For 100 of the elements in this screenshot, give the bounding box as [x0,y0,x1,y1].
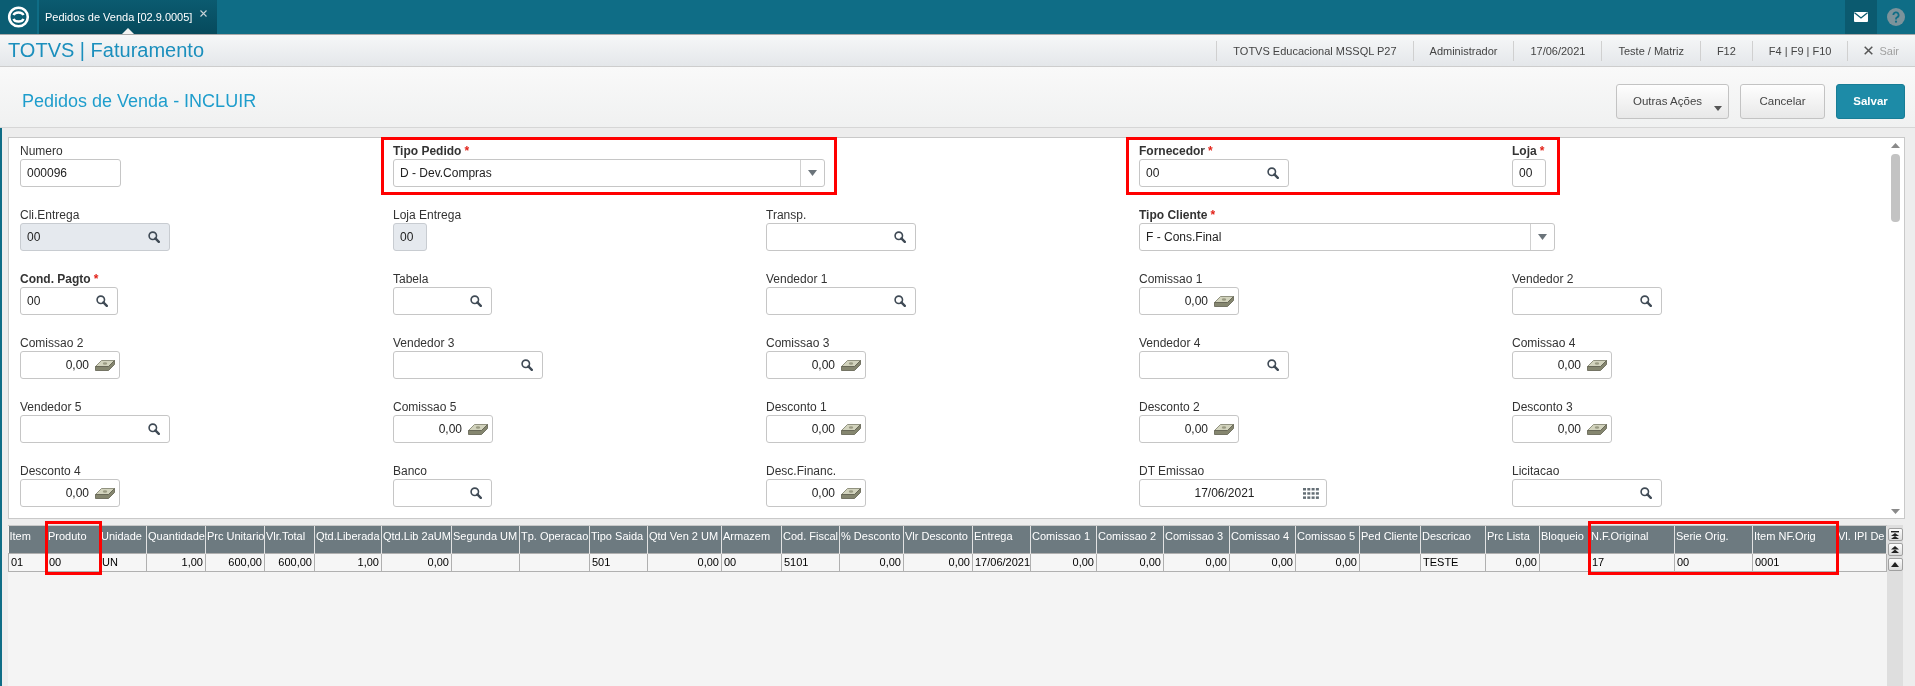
column-header[interactable]: Prc Lista [1485,526,1540,553]
scroll-up-button[interactable] [1887,558,1903,571]
date-field[interactable]: 17/06/2021 [1139,479,1327,507]
column-header[interactable]: % Desconto [839,526,904,553]
column-header[interactable]: Qtd Ven 2 UM [647,526,722,553]
header-info[interactable]: 17/06/2021 [1513,40,1602,61]
caret-icon[interactable] [1538,234,1547,240]
dropdown[interactable]: F - Cons.Final [1139,223,1555,251]
search-icon[interactable] [894,231,906,243]
lookup-field[interactable]: 00 [1139,159,1289,187]
currency-field[interactable]: 0,00 [1139,287,1239,315]
lookup-field[interactable] [766,287,916,315]
caret-icon[interactable] [808,170,817,176]
arrow-up-icon[interactable] [1891,143,1900,148]
banknote-icon[interactable] [95,358,115,372]
lookup-field[interactable] [393,287,492,315]
mail-button[interactable] [1845,0,1877,34]
scrollbar-thumb[interactable] [1891,154,1900,222]
tab[interactable]: Pedidos de Venda [02.9.0005] [39,0,218,34]
search-icon[interactable] [1640,295,1652,307]
column-header[interactable]: Entrega [972,526,1031,553]
header-info[interactable]: F4 | F9 | F10 [1751,40,1848,61]
column-header[interactable]: Vl. IPI De [1836,526,1887,553]
banknote-icon[interactable] [1587,358,1607,372]
search-icon[interactable] [1640,487,1652,499]
column-header[interactable]: Serie Orig. [1674,526,1753,553]
currency-field[interactable]: 0,00 [766,351,866,379]
column-header[interactable]: Vlr Desconto [903,526,973,553]
lookup-field[interactable] [1512,287,1662,315]
banknote-icon[interactable] [1587,422,1607,436]
lookup-field[interactable]: 00 [20,287,118,315]
button[interactable]: Salvar [1836,83,1905,119]
arrow-down-icon[interactable] [1891,509,1900,514]
column-header[interactable]: Comissao 5 [1295,526,1360,553]
dropdown[interactable]: D - Dev.Compras [393,159,825,187]
close-icon[interactable] [200,10,208,17]
search-icon[interactable] [96,295,108,307]
text-field[interactable]: 000096 [20,159,121,187]
banknote-icon[interactable] [95,486,115,500]
header-info[interactable]: TOTVS Educacional MSSQL P27 [1216,40,1413,61]
column-header[interactable]: Tipo Saida [589,526,648,553]
banknote-icon[interactable] [468,422,488,436]
column-header[interactable]: Cod. Fiscal [781,526,840,553]
header-info[interactable]: Administrador [1412,40,1514,61]
currency-field[interactable]: 0,00 [766,479,866,507]
banknote-icon[interactable] [1214,422,1234,436]
page-up-button[interactable] [1887,543,1903,556]
search-icon[interactable] [148,423,160,435]
lookup-field[interactable] [393,479,492,507]
text-field[interactable]: 00 [1512,159,1546,187]
column-header[interactable]: Unidade [99,526,147,553]
lookup-field[interactable] [20,415,170,443]
column-header[interactable]: Prc Unitario [205,526,265,553]
currency-field[interactable]: 0,00 [20,479,120,507]
currency-field[interactable]: 0,00 [393,415,493,443]
lookup-field[interactable] [1512,479,1662,507]
column-header[interactable]: Comissao 2 [1096,526,1164,553]
currency-field[interactable]: 0,00 [1139,415,1239,443]
header-info[interactable]: F12 [1699,40,1752,61]
column-header[interactable]: Tp. Operacao [519,526,590,553]
lookup-field[interactable] [393,351,543,379]
lookup-field[interactable] [1139,351,1289,379]
column-header[interactable]: Item [8,526,47,553]
column-header[interactable]: Segunda UM [451,526,520,553]
banknote-icon[interactable] [841,486,861,500]
column-header[interactable]: Comissao 4 [1229,526,1296,553]
column-header[interactable]: Comissao 3 [1163,526,1230,553]
currency-field[interactable]: 0,00 [766,415,866,443]
column-header[interactable]: Qtd.Lib 2aUM [381,526,452,553]
search-icon[interactable] [1267,167,1279,179]
column-header[interactable]: Armazem [721,526,782,553]
calendar-icon[interactable] [1303,487,1319,499]
search-icon[interactable] [470,487,482,499]
button[interactable]: Cancelar [1740,83,1825,119]
currency-field[interactable]: 0,00 [1512,415,1612,443]
column-header[interactable]: Descricao [1420,526,1486,553]
currency-field[interactable]: 0,00 [20,351,120,379]
column-header[interactable]: Item NF.Orig [1752,526,1837,553]
banknote-icon[interactable] [841,422,861,436]
column-header[interactable]: Qtd.Liberada [314,526,382,553]
column-header[interactable]: Vlr.Total [264,526,315,553]
column-header[interactable]: Produto [46,526,100,553]
button[interactable]: Outras Ações [1616,83,1729,119]
column-header[interactable]: N.F.Original [1589,526,1675,553]
banknote-icon[interactable] [1214,294,1234,308]
banknote-icon[interactable] [841,358,861,372]
currency-field[interactable]: 0,00 [1512,351,1612,379]
search-icon[interactable] [894,295,906,307]
column-header[interactable]: Bloqueio [1539,526,1590,553]
search-icon[interactable] [1267,359,1279,371]
header-info[interactable]: Teste / Matriz [1601,40,1700,61]
scroll-to-top-button[interactable] [1887,528,1903,541]
search-icon[interactable] [521,359,533,371]
column-header[interactable]: Quantidade [146,526,206,553]
search-icon[interactable] [470,295,482,307]
column-header[interactable]: Ped Cliente [1359,526,1421,553]
logo-icon[interactable] [0,0,37,34]
column-header[interactable]: Comissao 1 [1030,526,1097,553]
lookup-field[interactable] [766,223,916,251]
exit-button[interactable]: Sair [1847,40,1907,61]
